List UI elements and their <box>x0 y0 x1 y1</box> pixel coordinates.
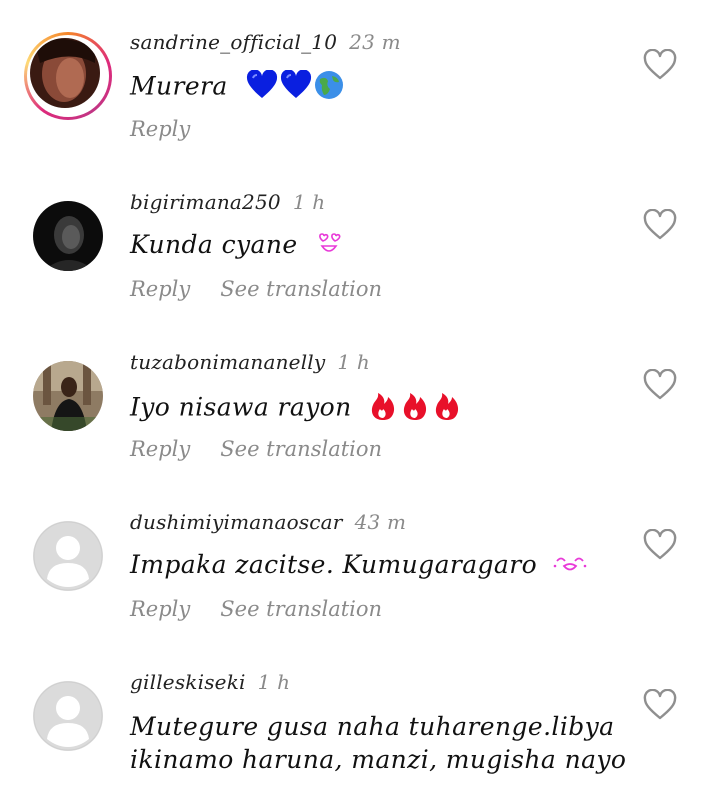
username[interactable]: tuzabonimananelly <box>130 350 325 374</box>
reply-button[interactable]: Reply <box>130 277 190 301</box>
comment-actions: Reply See translation <box>130 277 382 301</box>
avatar <box>30 38 100 108</box>
see-translation-button[interactable]: See translation <box>220 437 382 461</box>
reply-button[interactable]: Reply <box>130 597 190 621</box>
comment-meta: dushimiyimanaoscar 43 m <box>130 510 406 534</box>
see-translation-button[interactable]: See translation <box>220 597 382 621</box>
reply-button[interactable]: Reply <box>130 437 190 461</box>
username[interactable]: dushimiyimanaoscar <box>130 510 343 534</box>
default-avatar[interactable] <box>33 681 103 751</box>
heart-eyes-icon <box>316 232 342 262</box>
username[interactable]: sandrine_official_10 <box>130 30 337 54</box>
comment-text: Mutegure gusa naha tuharenge.libya ikina… <box>130 710 650 776</box>
timestamp: 1 h <box>337 350 370 374</box>
comment-text: Murera <box>130 69 344 106</box>
fire-icon <box>432 390 462 428</box>
timestamp: 23 m <box>349 30 401 54</box>
blue-heart-icon <box>280 69 312 106</box>
timestamp: 1 h <box>292 190 326 214</box>
timestamp: 1 h <box>257 670 291 694</box>
default-avatar[interactable] <box>33 521 103 591</box>
comment-text: Iyo nisawa rayon <box>130 390 462 428</box>
globe-icon <box>314 70 344 106</box>
see-translation-button[interactable]: See translation <box>220 277 382 301</box>
comment-actions: Reply See translation <box>130 597 382 621</box>
comment-text-line: Mutegure gusa naha tuharenge.libya <box>130 712 615 741</box>
heart-outline-icon[interactable] <box>643 209 677 241</box>
heart-outline-icon[interactable] <box>643 49 677 81</box>
username[interactable]: bigirimana250 <box>130 190 281 214</box>
reply-button[interactable]: Reply <box>130 117 190 141</box>
heart-outline-icon[interactable] <box>643 529 677 561</box>
avatar[interactable] <box>33 361 103 431</box>
story-ring-avatar[interactable] <box>24 32 112 120</box>
fire-icon <box>400 390 430 428</box>
comment-text: Kunda cyane <box>130 230 342 262</box>
avatar[interactable] <box>33 201 103 271</box>
comment-text: Impaka zacitse. Kumugaragaro <box>130 550 587 581</box>
comment-actions: Reply <box>130 117 190 141</box>
blue-heart-icon <box>246 69 278 106</box>
heart-outline-icon[interactable] <box>643 369 677 401</box>
comment-meta: sandrine_official_10 23 m <box>130 30 401 54</box>
comment-actions: Reply See translation <box>130 437 382 461</box>
timestamp: 43 m <box>354 510 407 534</box>
comment-meta: tuzabonimananelly 1 h <box>130 350 370 374</box>
comment-text-line: ikinamo haruna, manzi, mugisha nayo <box>130 745 627 774</box>
comment-meta: bigirimana250 1 h <box>130 190 325 214</box>
fire-icon <box>368 390 398 428</box>
kissing-face-icon <box>553 552 587 581</box>
username[interactable]: gilleskiseki <box>130 670 246 694</box>
heart-outline-icon[interactable] <box>643 689 677 721</box>
comment-meta: gilleskiseki 1 h <box>130 670 290 694</box>
